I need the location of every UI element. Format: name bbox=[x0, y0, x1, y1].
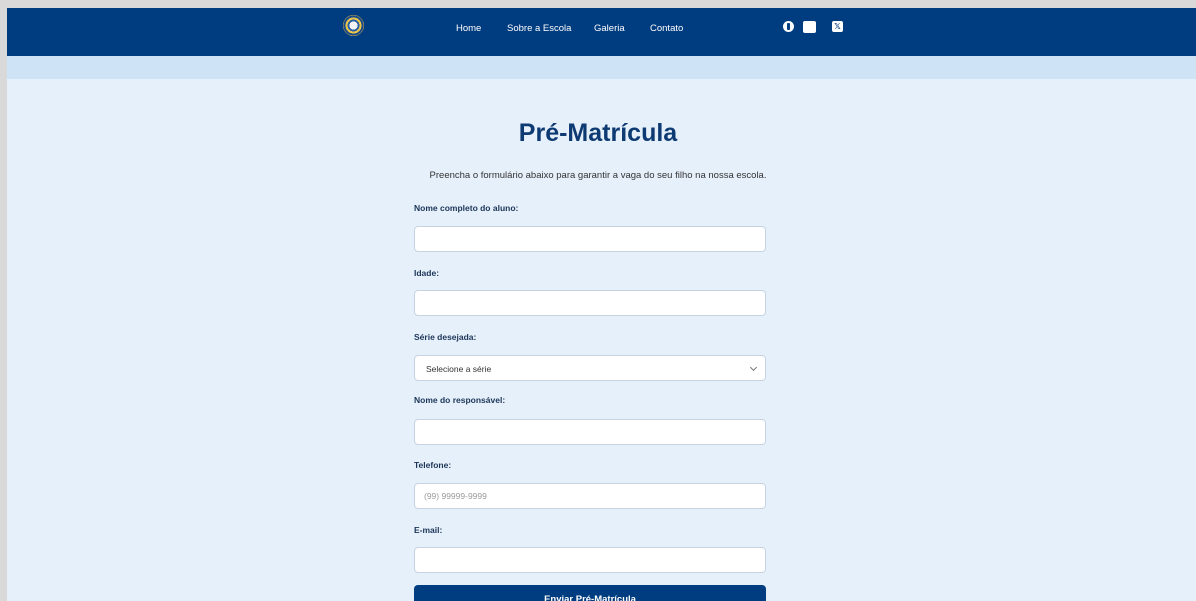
nav-link-galeria[interactable]: Galeria bbox=[594, 22, 625, 36]
idade-input[interactable] bbox=[414, 290, 766, 316]
browser-viewport: Home Sobre a Escola Galeria Contato 𝕏 Pr… bbox=[7, 8, 1196, 601]
nav-link-contato[interactable]: Contato bbox=[650, 22, 683, 36]
chevron-down-icon bbox=[749, 363, 758, 372]
serie-label: Série desejada: bbox=[414, 332, 477, 342]
site-header: Home Sobre a Escola Galeria Contato 𝕏 bbox=[7, 8, 1196, 56]
intro-text: Preencha o formulário abaixo para garant… bbox=[429, 170, 767, 181]
page-title: Pré-Matrícula bbox=[518, 119, 678, 147]
serie-select[interactable]: Selecione a série bbox=[414, 355, 766, 381]
nome-aluno-input[interactable] bbox=[414, 226, 766, 252]
facebook-icon[interactable] bbox=[783, 21, 794, 32]
nav-link-sobre[interactable]: Sobre a Escola bbox=[507, 22, 571, 36]
serie-selected-value: Selecione a série bbox=[426, 364, 492, 374]
nav-link-home[interactable]: Home bbox=[456, 22, 481, 36]
submit-button[interactable]: Enviar Pré-Matrícula bbox=[414, 585, 766, 601]
email-input[interactable] bbox=[414, 547, 766, 573]
responsavel-input[interactable] bbox=[414, 419, 766, 445]
main-nav: Home Sobre a Escola Galeria Contato bbox=[7, 22, 1196, 36]
responsavel-label: Nome do responsável: bbox=[414, 395, 506, 405]
nome-aluno-label: Nome completo do aluno: bbox=[414, 203, 519, 213]
telefone-label: Telefone: bbox=[414, 460, 452, 470]
telefone-input[interactable] bbox=[414, 483, 766, 509]
instagram-icon[interactable] bbox=[803, 21, 816, 33]
idade-label: Idade: bbox=[414, 268, 440, 278]
x-icon[interactable]: 𝕏 bbox=[832, 21, 843, 32]
header-subband bbox=[7, 56, 1196, 79]
email-label: E-mail: bbox=[414, 525, 443, 535]
